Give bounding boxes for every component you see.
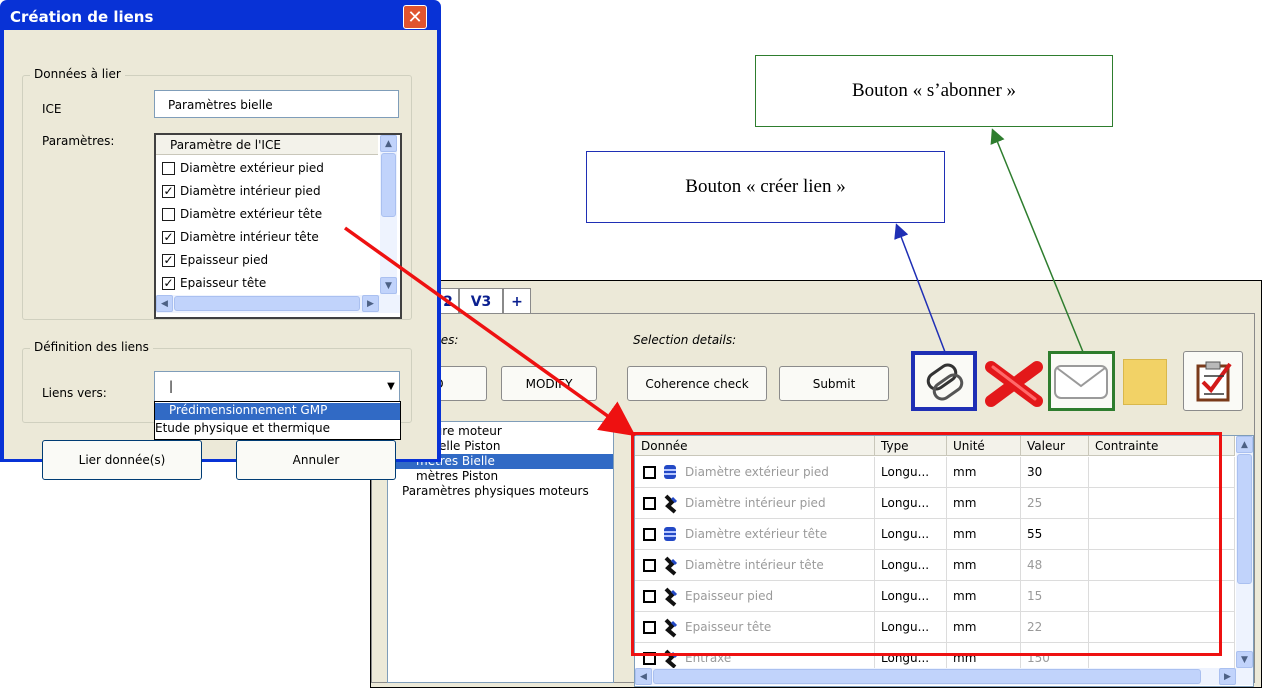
red-arrow [343,226,636,437]
blue-arrow [894,223,946,353]
annotation-arrows [343,128,1084,437]
green-arrow [990,128,1084,353]
